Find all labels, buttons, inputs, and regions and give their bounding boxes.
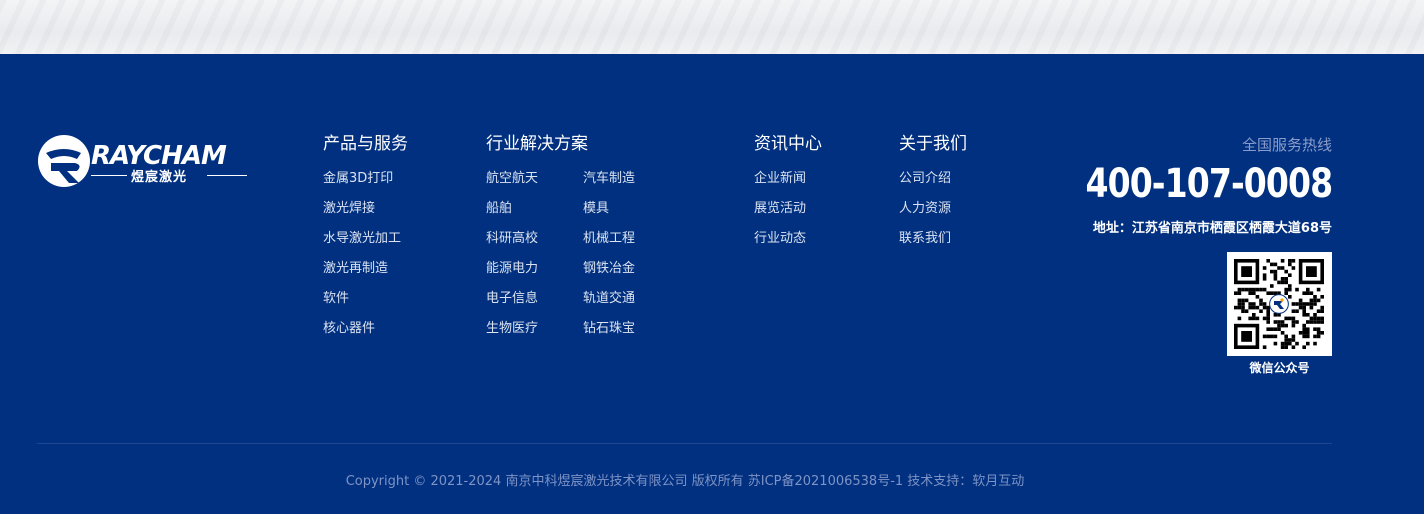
logo-line-right bbox=[207, 175, 247, 176]
footer-link[interactable]: 钻石珠宝 bbox=[583, 314, 635, 344]
solutions-list-left: 航空航天 船舶 科研高校 能源电力 电子信息 生物医疗 bbox=[486, 164, 538, 344]
col-title-products[interactable]: 产品与服务 bbox=[323, 132, 408, 156]
footer-link[interactable]: 激光焊接 bbox=[323, 194, 408, 224]
footer-link[interactable]: 展览活动 bbox=[754, 194, 822, 224]
footer-link[interactable]: 科研高校 bbox=[486, 224, 538, 254]
brand-logo[interactable]: RAYCHAM 煜宸激光 bbox=[37, 133, 249, 189]
qr-code-icon bbox=[1234, 259, 1324, 349]
site-footer bbox=[0, 54, 1424, 514]
footer-link[interactable]: 能源电力 bbox=[486, 254, 538, 284]
footer-divider bbox=[37, 443, 1332, 444]
col-title-solutions[interactable]: 行业解决方案 bbox=[486, 132, 588, 156]
footer-col-products: 产品与服务 金属3D打印 激光焊接 水导激光加工 激光再制造 软件 核心器件 bbox=[323, 132, 408, 344]
footer-link[interactable]: 行业动态 bbox=[754, 224, 822, 254]
footer-link[interactable]: 联系我们 bbox=[899, 224, 967, 254]
brand-subtitle: 煜宸激光 bbox=[131, 170, 188, 185]
products-list: 金属3D打印 激光焊接 水导激光加工 激光再制造 软件 核心器件 bbox=[323, 164, 408, 344]
footer-col-solutions: 行业解决方案 bbox=[486, 132, 588, 164]
footer-link[interactable]: 汽车制造 bbox=[583, 164, 635, 194]
footer-link[interactable]: 激光再制造 bbox=[323, 254, 408, 284]
logo-line-left bbox=[91, 175, 127, 176]
footer-link[interactable]: 金属3D打印 bbox=[323, 164, 408, 194]
top-banner-strip bbox=[0, 0, 1424, 54]
footer-col-news: 资讯中心 企业新闻 展览活动 行业动态 bbox=[754, 132, 822, 254]
copyright-text: Copyright © 2021-2024 南京中科煜宸激光技术有限公司 版权所… bbox=[345, 474, 1025, 489]
solutions-list-right: 汽车制造 模具 机械工程 钢铁冶金 轨道交通 钻石珠宝 bbox=[583, 164, 635, 344]
footer-link[interactable]: 模具 bbox=[583, 194, 635, 224]
footer-link[interactable]: 企业新闻 bbox=[754, 164, 822, 194]
footer-link[interactable]: 软件 bbox=[323, 284, 408, 314]
footer-link[interactable]: 机械工程 bbox=[583, 224, 635, 254]
hotline-label: 全国服务热线 bbox=[1241, 136, 1332, 154]
footer-link[interactable]: 船舶 bbox=[486, 194, 538, 224]
footer-col-about: 关于我们 公司介绍 人力资源 联系我们 bbox=[899, 132, 967, 254]
col-title-news[interactable]: 资讯中心 bbox=[754, 132, 822, 156]
hotline-number[interactable]: 400-107-0008 bbox=[1085, 158, 1333, 210]
footer-link[interactable]: 水导激光加工 bbox=[323, 224, 408, 254]
footer-link[interactable]: 轨道交通 bbox=[583, 284, 635, 314]
brand-emblem-icon bbox=[38, 135, 90, 187]
qr-label: 微信公众号 bbox=[1249, 361, 1310, 375]
col-title-about[interactable]: 关于我们 bbox=[899, 132, 967, 156]
footer-link[interactable]: 生物医疗 bbox=[486, 314, 538, 344]
footer-link[interactable]: 电子信息 bbox=[486, 284, 538, 314]
company-address: 地址：江苏省南京市栖霞区栖霞大道68号 bbox=[1092, 221, 1332, 236]
footer-link[interactable]: 航空航天 bbox=[486, 164, 538, 194]
footer-link[interactable]: 钢铁冶金 bbox=[583, 254, 635, 284]
footer-link[interactable]: 公司介绍 bbox=[899, 164, 967, 194]
banner-texture bbox=[0, 0, 1424, 54]
footer-link[interactable]: 人力资源 bbox=[899, 194, 967, 224]
wechat-qr-code bbox=[1227, 252, 1332, 356]
footer-link[interactable]: 核心器件 bbox=[323, 314, 408, 344]
